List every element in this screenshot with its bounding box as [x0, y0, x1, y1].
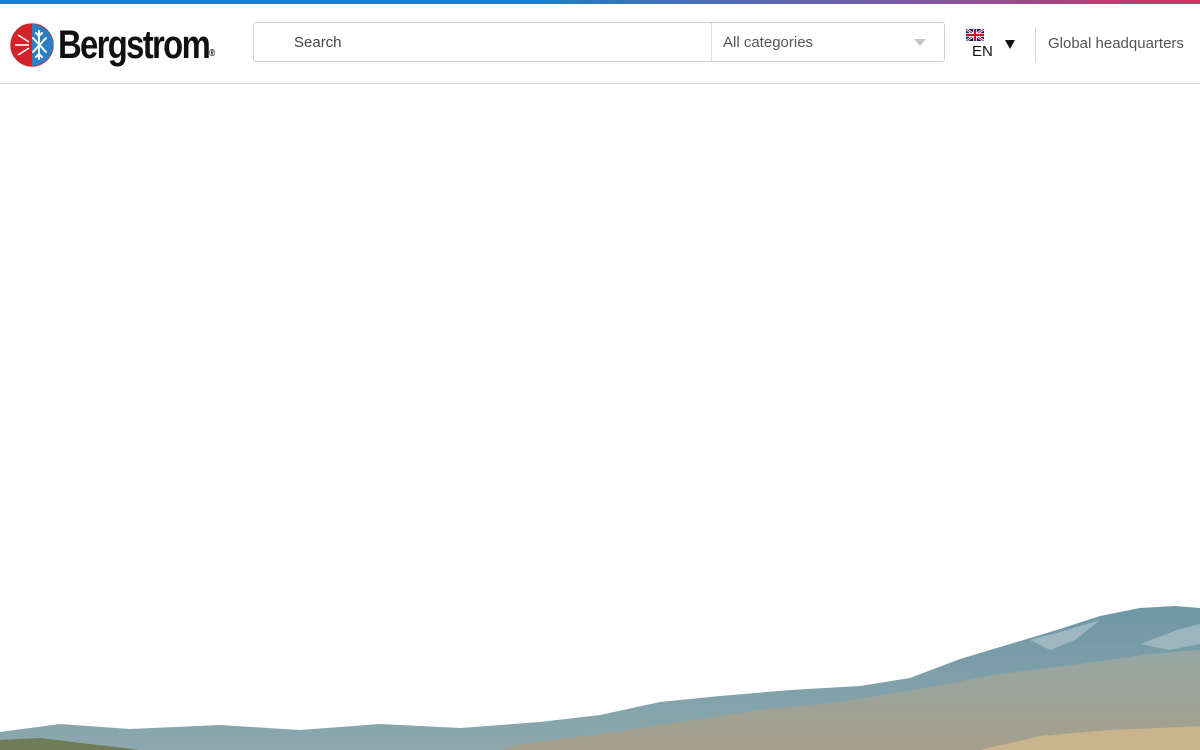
- uk-flag-icon: [966, 29, 984, 41]
- language-code: EN: [972, 43, 993, 60]
- brand-logo[interactable]: Bergstrom®: [10, 20, 226, 70]
- caret-down-icon: [1005, 40, 1015, 49]
- hero-banner: [0, 84, 1200, 750]
- category-select[interactable]: All categories: [711, 23, 944, 61]
- header-divider: [1035, 28, 1036, 63]
- brand-wordmark: Bergstrom®: [58, 23, 215, 68]
- snowflake-sun-icon: [10, 23, 54, 67]
- page: Bergstrom® All categories EN Global head…: [0, 0, 1200, 750]
- registered-mark: ®: [209, 47, 216, 59]
- chevron-down-icon: [914, 39, 926, 46]
- global-headquarters-link[interactable]: Global headquarters: [1048, 35, 1184, 52]
- brand-name: Bergstrom: [58, 22, 211, 67]
- site-header: Bergstrom® All categories EN Global head…: [0, 4, 1200, 84]
- category-select-value: All categories: [723, 33, 814, 51]
- search-bar: All categories: [253, 22, 945, 62]
- mountain-landscape-image: [0, 606, 1200, 750]
- language-selector[interactable]: EN: [962, 26, 1022, 62]
- search-input[interactable]: [254, 23, 710, 61]
